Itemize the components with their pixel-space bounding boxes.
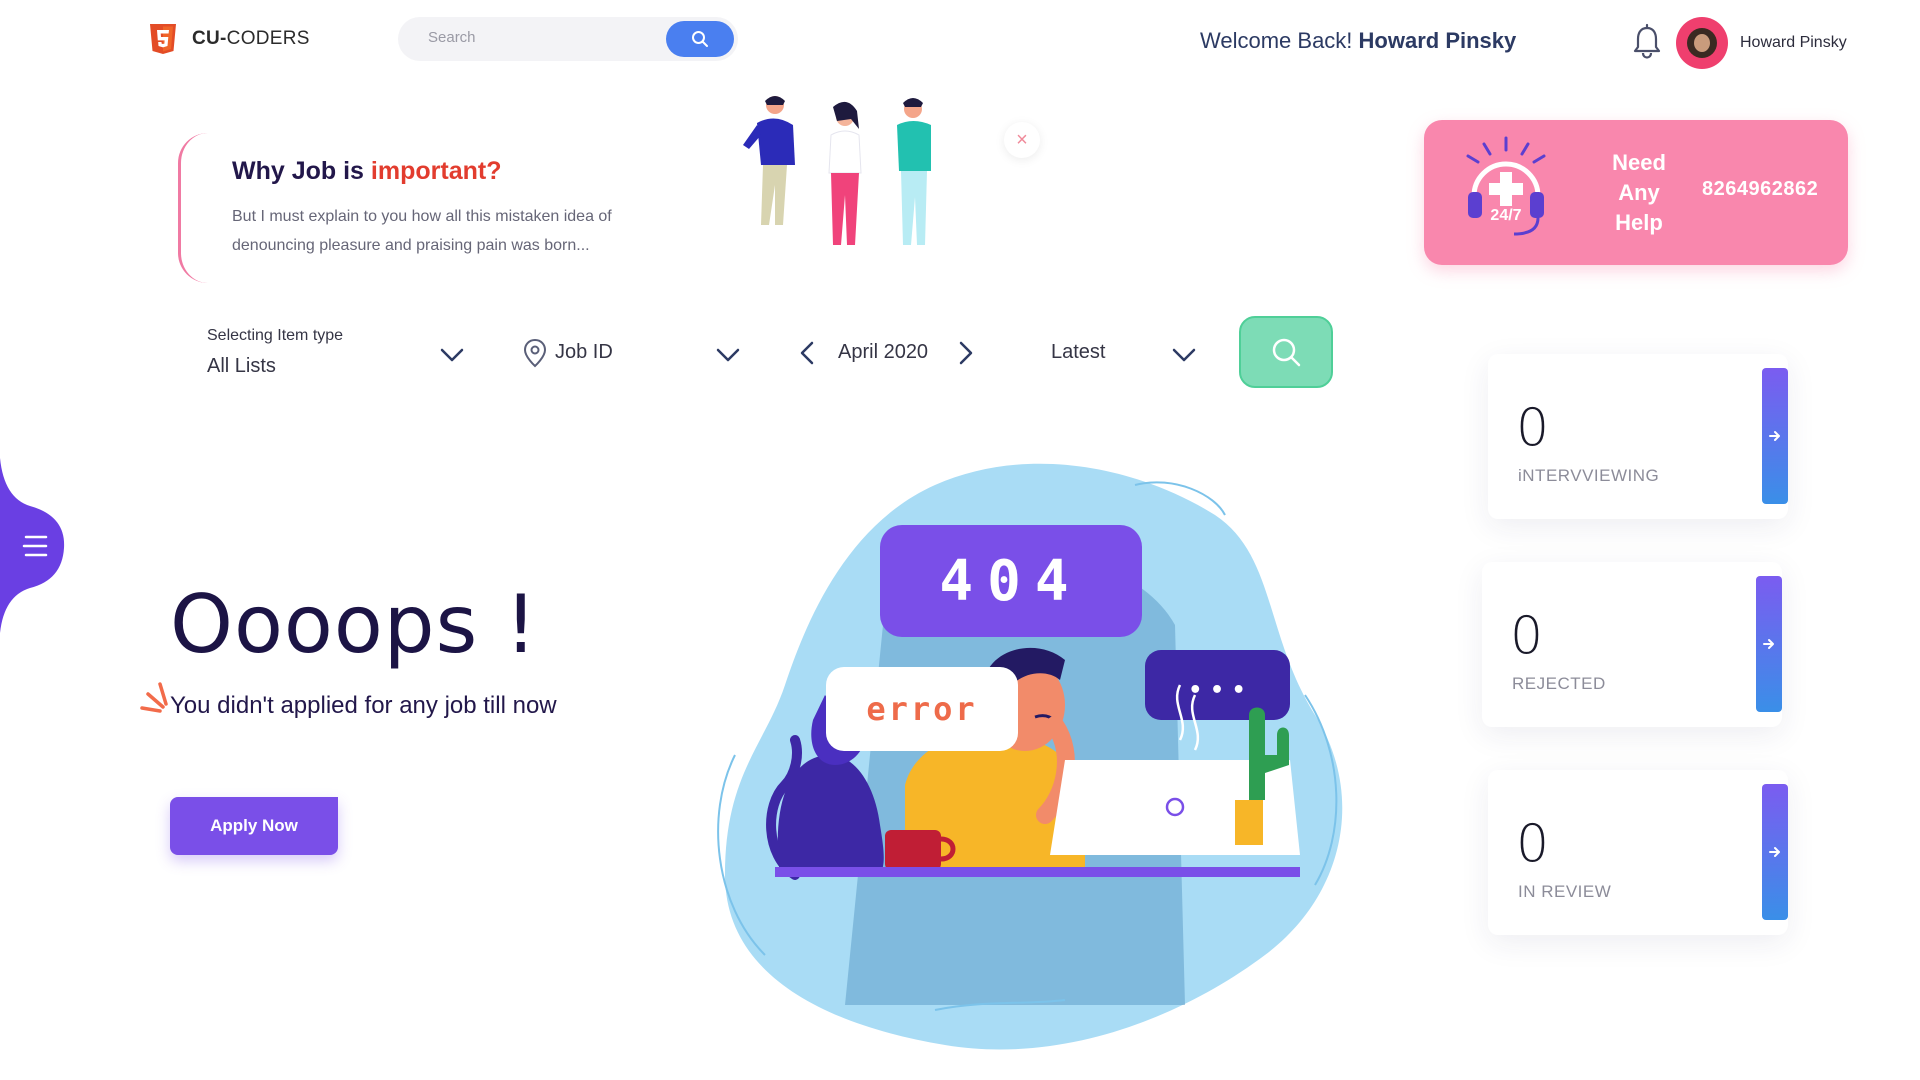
search-button[interactable]	[666, 21, 734, 57]
rejected-arrow-button[interactable]	[1756, 576, 1782, 712]
welcome-user-name: Howard Pinsky	[1358, 28, 1517, 53]
sort-chevron-down-icon[interactable]	[1169, 345, 1199, 365]
sidebar-toggle-tab[interactable]	[0, 458, 66, 633]
dots-bubble-text: • • •	[1188, 678, 1246, 703]
interviewing-arrow-button[interactable]	[1762, 368, 1788, 504]
logo[interactable]: CU-CODERS	[148, 22, 310, 56]
team-illustration	[743, 96, 931, 245]
close-banner-button[interactable]: ×	[1004, 122, 1040, 158]
rejected-count: 0	[1510, 606, 1544, 666]
job-id-select[interactable]: Job ID	[555, 341, 613, 364]
in-review-count: 0	[1516, 814, 1550, 874]
arrow-right-icon	[1769, 847, 1780, 857]
arrow-right-icon	[1763, 639, 1774, 649]
user-name[interactable]: Howard Pinsky	[1740, 34, 1847, 52]
help-badge-text: 24/7	[1490, 207, 1521, 224]
banner-title: Why Job is important?	[232, 157, 502, 185]
rejected-stat-card[interactable]: 0 REJECTED	[1482, 562, 1782, 727]
illustration-404-bubble: 404	[880, 525, 1142, 637]
empty-state-heading: Oooops !	[170, 578, 538, 671]
welcome-message: Welcome Back! Howard Pinsky	[1200, 28, 1517, 53]
job-id-chevron-down-icon[interactable]	[713, 345, 743, 365]
help-phone-number[interactable]: 8264962862	[1702, 178, 1818, 201]
support-24-7-icon: 24/7	[1466, 136, 1546, 236]
in-review-arrow-button[interactable]	[1762, 784, 1788, 920]
search-icon	[692, 31, 708, 47]
search-icon	[1272, 338, 1301, 367]
apply-now-button[interactable]: Apply Now	[170, 797, 338, 855]
notification-bell-icon[interactable]	[1630, 22, 1664, 60]
html5-logo-icon	[150, 24, 176, 54]
filter-search-button[interactable]	[1239, 316, 1333, 388]
arrow-right-icon	[1769, 431, 1780, 441]
item-type-select[interactable]: All Lists	[207, 355, 276, 378]
interviewing-count: 0	[1516, 398, 1550, 458]
illustration-error-bubble: error	[826, 667, 1018, 751]
search-bar	[398, 17, 738, 61]
banner-description: But I must explain to you how all this m…	[232, 208, 612, 254]
item-type-chevron-down-icon[interactable]	[437, 345, 467, 365]
avatar-photo	[1687, 28, 1717, 58]
interviewing-label: iNTERVVIEWING	[1518, 466, 1660, 485]
sort-select[interactable]: Latest	[1051, 341, 1105, 364]
interviewing-stat-card[interactable]: 0 iNTERVVIEWING	[1488, 354, 1788, 519]
user-avatar[interactable]	[1676, 17, 1728, 69]
location-pin-icon	[523, 338, 547, 368]
sparkle-accent-icon	[140, 682, 168, 713]
month-selector: April 2020	[838, 341, 929, 363]
in-review-stat-card[interactable]: 0 IN REVIEW	[1488, 770, 1788, 935]
next-month-chevron-right-icon[interactable]	[955, 338, 977, 368]
banner-accent-curve	[178, 133, 208, 283]
previous-month-chevron-left-icon[interactable]	[796, 338, 818, 368]
search-input[interactable]	[428, 29, 668, 46]
help-card[interactable]: 24/7 Need Any Help 8264962862	[1424, 120, 1848, 265]
help-label: Need Any Help	[1612, 150, 1666, 235]
banner-title-highlight: important?	[370, 157, 502, 185]
item-type-label: Selecting Item type	[207, 327, 344, 344]
empty-state-message: You didn't applied for any job till now	[170, 692, 557, 719]
in-review-label: IN REVIEW	[1518, 882, 1612, 901]
logo-text: CU-CODERS	[192, 28, 310, 49]
rejected-label: REJECTED	[1512, 674, 1606, 693]
